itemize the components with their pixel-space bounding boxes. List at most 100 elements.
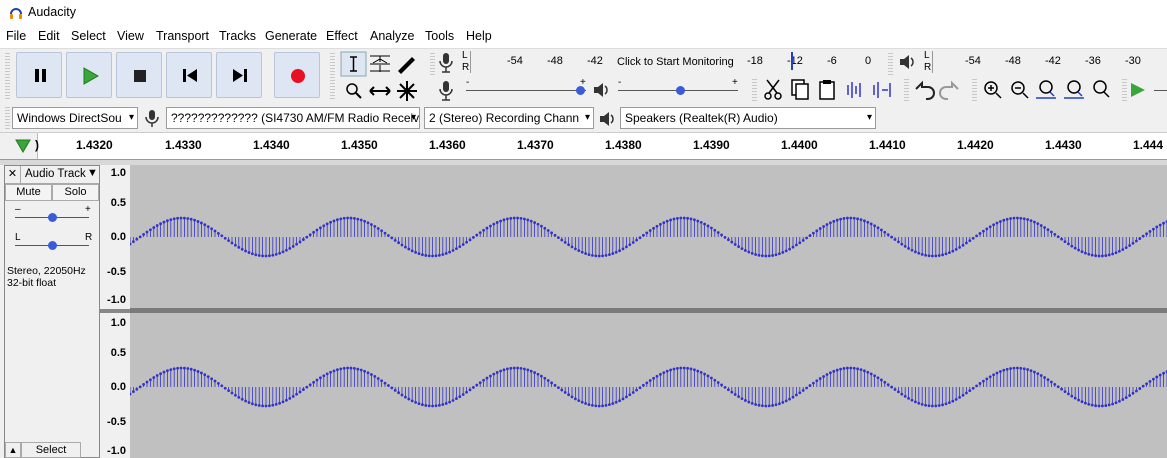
copy-icon[interactable] <box>791 79 809 100</box>
chevron-down-icon: ▾ <box>866 112 872 123</box>
zoom-toolbar <box>984 80 1110 99</box>
recording-channels-select[interactable]: 2 (Stereo) Recording Chann ▾ <box>424 107 594 129</box>
edit-toolbar <box>764 79 891 100</box>
playback-volume-slider[interactable]: - + <box>614 77 744 101</box>
ruler-label: 1.4410 <box>869 138 906 152</box>
meter-tick: -54 <box>507 55 523 67</box>
ruler-corner <box>0 133 38 159</box>
menu-analyze[interactable]: Analyze <box>370 29 414 43</box>
pan-slider[interactable]: L R <box>11 232 93 254</box>
recording-device-select[interactable]: ????????????? (SI4730 AM/FM Radio Receiv… <box>166 107 420 129</box>
meter-tick: -42 <box>1045 55 1061 67</box>
toolbar-grip[interactable] <box>904 79 909 101</box>
record-meter[interactable]: -54 -48 -42 Click to Start Monitoring -1… <box>470 51 878 73</box>
toolbar-grip[interactable] <box>1122 79 1127 101</box>
meter-tick: -6 <box>827 55 837 67</box>
zoom-out-icon[interactable] <box>1011 81 1029 99</box>
menu-edit[interactable]: Edit <box>38 29 60 43</box>
menu-select[interactable]: Select <box>71 29 106 43</box>
waveform-channel-right[interactable] <box>130 313 1167 458</box>
playback-meter[interactable]: -54 -48 -42 -36 -30 <box>932 51 1167 73</box>
fit-selection-icon[interactable] <box>1036 80 1056 99</box>
ruler-label: 1.4350 <box>341 138 378 152</box>
ruler-label: 1.4390 <box>693 138 730 152</box>
toolbar-grip[interactable] <box>888 53 893 75</box>
pinned-play-head-icon[interactable] <box>14 138 32 154</box>
silence-audio-icon[interactable] <box>873 82 891 98</box>
toolbar-grip[interactable] <box>430 53 435 75</box>
vruler-label: 1.0 <box>110 167 126 179</box>
stop-button[interactable] <box>116 52 162 98</box>
menu-transport[interactable]: Transport <box>156 29 209 43</box>
ruler-label: ) <box>35 138 39 152</box>
menu-effect[interactable]: Effect <box>326 29 358 43</box>
menu-tools[interactable]: Tools <box>425 29 454 43</box>
ruler-label: 1.4420 <box>957 138 994 152</box>
playback-device-select[interactable]: Speakers (Realtek(R) Audio) ▾ <box>620 107 876 129</box>
ruler-label: 1.4330 <box>165 138 202 152</box>
waveform-channel-left[interactable] <box>130 165 1167 308</box>
envelope-tool-icon[interactable] <box>370 55 390 72</box>
monitor-label[interactable]: Click to Start Monitoring <box>617 56 734 68</box>
multi-tool-icon[interactable] <box>397 81 417 101</box>
solo-button[interactable]: Solo <box>52 184 99 201</box>
chevron-down-icon[interactable]: ▼ <box>87 167 98 179</box>
microphone-icon[interactable] <box>438 52 454 74</box>
speed-slider-track[interactable] <box>1154 90 1167 91</box>
menu-file[interactable]: File <box>6 29 26 43</box>
ruler-label: 1.4380 <box>605 138 642 152</box>
play-at-speed-icon[interactable] <box>1128 79 1148 101</box>
timeline-ruler[interactable]: ) 1.4320 1.4330 1.4340 1.4350 1.4360 1.4… <box>0 132 1167 160</box>
fit-project-icon[interactable] <box>1064 80 1084 99</box>
menu-bar: File Edit Select View Transport Tracks G… <box>0 26 1167 48</box>
audio-host-select[interactable]: Windows DirectSou ▾ <box>12 107 138 129</box>
zoom-tool-icon[interactable] <box>346 83 362 99</box>
menu-generate[interactable]: Generate <box>265 29 317 43</box>
speaker-icon[interactable] <box>898 53 918 71</box>
zoom-toggle-icon[interactable] <box>1093 80 1110 98</box>
pan-left-label: L <box>15 232 21 243</box>
toolbar-grip[interactable] <box>752 79 757 101</box>
slider-min-label: - <box>466 77 470 88</box>
toolbar-grip[interactable] <box>5 53 10 101</box>
menu-view[interactable]: View <box>117 29 144 43</box>
ruler-label: 1.4370 <box>517 138 554 152</box>
gain-slider[interactable]: – + <box>11 204 93 226</box>
vruler-label: -1.0 <box>107 294 126 306</box>
toolbar-grip[interactable] <box>972 79 977 101</box>
zoom-in-icon[interactable] <box>984 81 1002 99</box>
collapse-track-icon[interactable]: ▲ <box>5 442 21 458</box>
select-track-button[interactable]: Select <box>21 442 81 458</box>
toolbar-grip[interactable] <box>330 53 335 101</box>
undo-icon[interactable] <box>915 80 935 100</box>
waveform-display[interactable] <box>130 165 1167 458</box>
close-track-icon[interactable]: ✕ <box>5 166 21 183</box>
ruler-label: 1.4400 <box>781 138 818 152</box>
audio-host-value: Windows DirectSou <box>17 111 122 125</box>
redo-icon[interactable] <box>939 80 959 100</box>
toolbar-grip[interactable] <box>5 107 10 129</box>
vruler-label: -0.5 <box>107 416 126 428</box>
skip-to-end-button[interactable] <box>216 52 262 98</box>
time-shift-tool-icon[interactable] <box>369 86 391 96</box>
vruler-label: 0.5 <box>110 197 126 209</box>
pause-button[interactable] <box>16 52 62 98</box>
menu-help[interactable]: Help <box>466 29 492 43</box>
trim-audio-icon[interactable] <box>847 82 861 98</box>
record-volume-slider[interactable]: - + <box>462 77 592 101</box>
menu-tracks[interactable]: Tracks <box>219 29 256 43</box>
slider-thumb[interactable] <box>576 86 585 95</box>
skip-to-start-button[interactable] <box>166 52 212 98</box>
slider-thumb[interactable] <box>48 241 57 250</box>
paste-icon[interactable] <box>819 80 835 100</box>
slider-thumb[interactable] <box>676 86 685 95</box>
track-sample-format: 32-bit float <box>7 277 57 289</box>
slider-max-label: + <box>732 77 738 88</box>
play-button[interactable] <box>66 52 112 98</box>
slider-thumb[interactable] <box>48 213 57 222</box>
track-name-menu[interactable]: Audio Track <box>25 168 86 180</box>
cut-icon[interactable] <box>764 79 782 100</box>
mute-button[interactable]: Mute <box>5 184 52 201</box>
draw-tool-icon[interactable] <box>398 57 415 74</box>
record-button[interactable] <box>274 52 320 98</box>
